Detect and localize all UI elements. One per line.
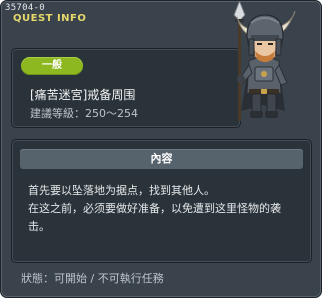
difficulty-badge: 一般 [21, 57, 83, 75]
npc-portrait-icon [225, 1, 303, 125]
content-heading: 內容 [20, 149, 303, 169]
quest-id: 35704-0 [5, 3, 46, 13]
quest-info-window: 35704-0 QUEST INFO 一般 [痛苦迷宮]戒备周围 建議等級：25… [0, 0, 322, 298]
quest-name: [痛苦迷宮]戒备周围 [30, 88, 136, 102]
description-line: 首先要以坠落地为据点，找到其他人。 [28, 184, 215, 197]
recommended-level: 建議等級：250～254 [30, 107, 138, 120]
quest-status: 狀態：可開始 / 不可執行任務 [21, 272, 164, 285]
quest-content-box: 內容 首先要以坠落地为据点，找到其他人。 在这之前，必须要做好准备，以免遭到这里… [11, 139, 312, 263]
quest-description: 首先要以坠落地为据点，找到其他人。 在这之前，必须要做好准备，以免遭到这里怪物的… [28, 182, 298, 236]
window-title: QUEST INFO [13, 13, 87, 24]
quest-summary-panel: 一般 [痛苦迷宮]戒备周围 建議等級：250～254 [11, 48, 241, 128]
description-line: 在这之前，必须要做好准备，以免遭到这里怪物的袭击。 [28, 202, 281, 233]
